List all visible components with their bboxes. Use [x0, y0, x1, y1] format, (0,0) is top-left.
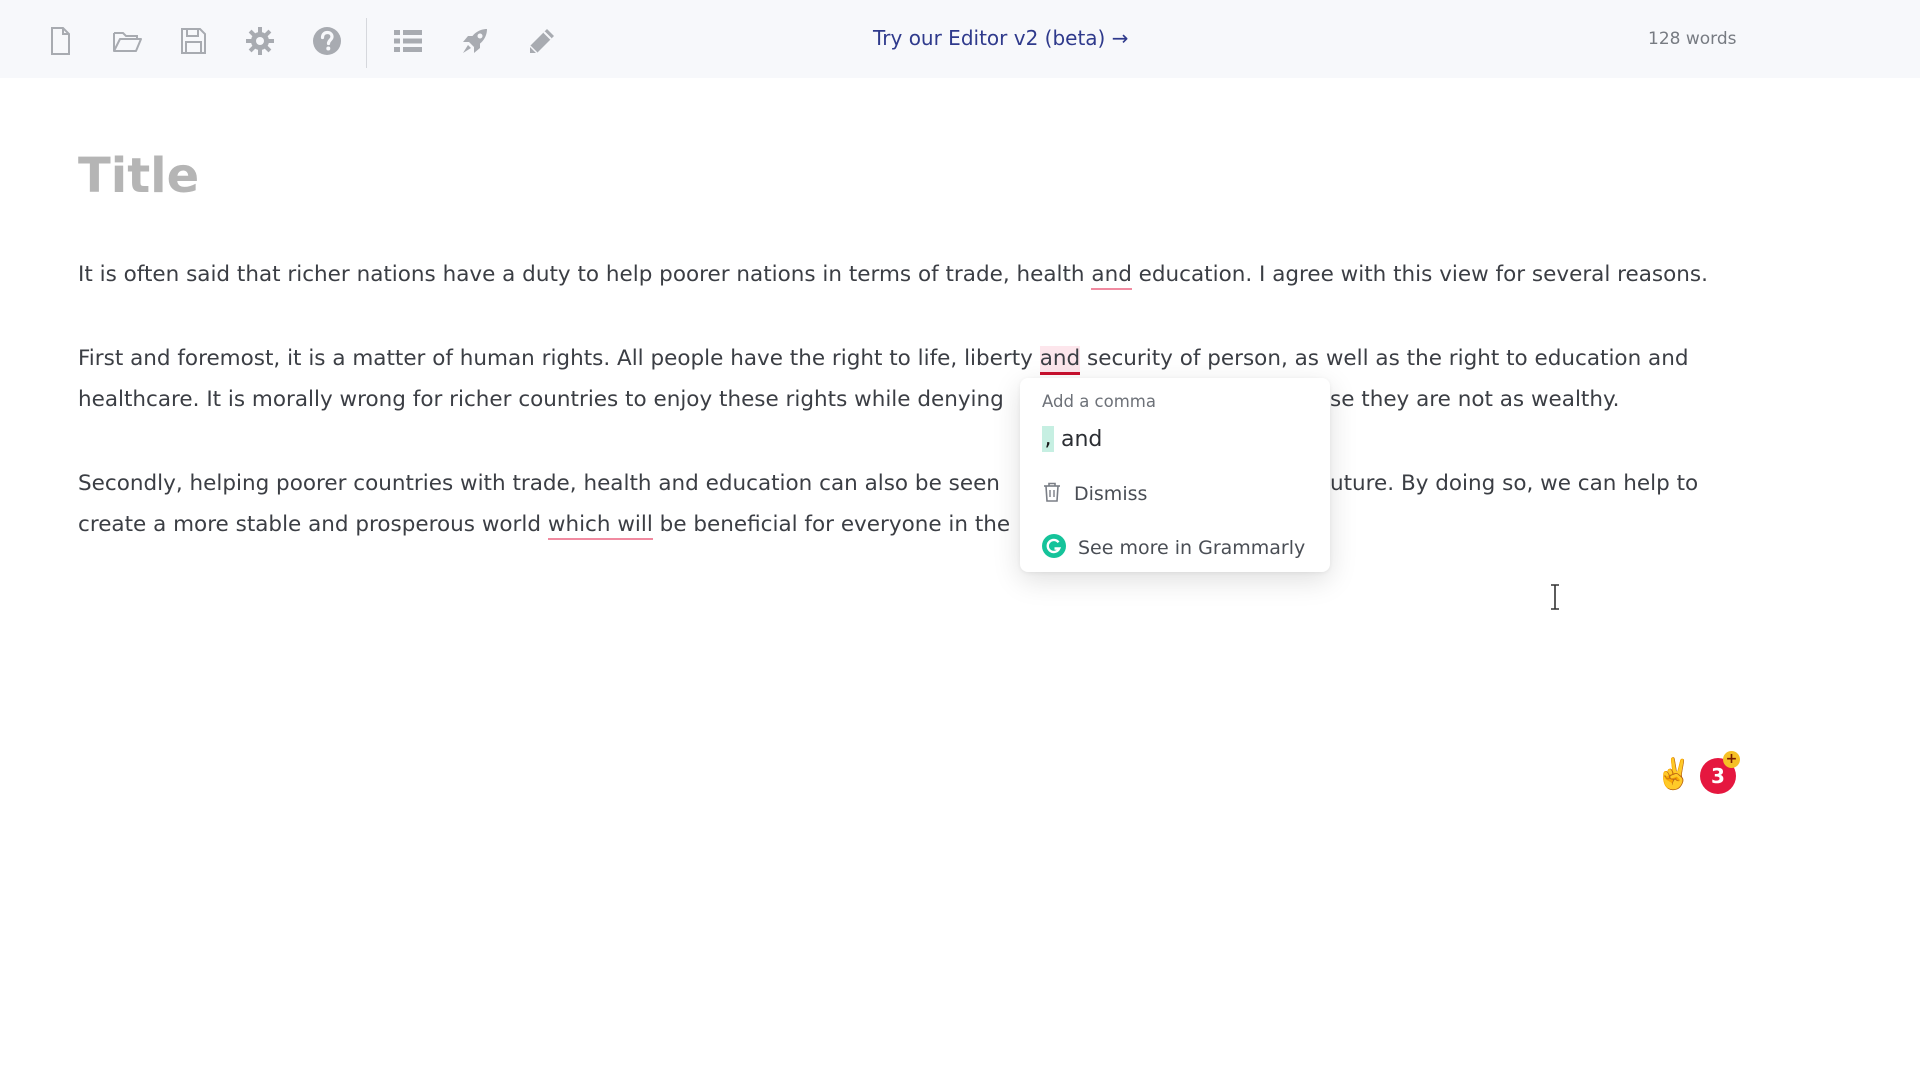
rocket-icon[interactable]	[458, 24, 492, 58]
pencil-icon[interactable]	[525, 24, 559, 58]
grammarly-logo-icon	[1042, 534, 1066, 562]
toolbar-divider	[366, 18, 367, 68]
flagged-phrase-which-will[interactable]: which will	[547, 512, 653, 540]
victory-hand-emoji-icon[interactable]: ✌️	[1655, 758, 1692, 792]
badge-plus-icon: +	[1723, 751, 1740, 768]
paragraph-3[interactable]: Secondly, helping poorer countries with …	[78, 463, 1000, 504]
paragraph-3-line-2-text-end: be beneficial for everyone in the	[652, 512, 1011, 537]
see-more-in-grammarly-button[interactable]: See more in Grammarly	[1042, 534, 1305, 562]
paragraph-1-text-end: education. I agree with this view for se…	[1131, 262, 1708, 287]
trash-icon	[1042, 481, 1062, 507]
see-more-label: See more in Grammarly	[1078, 537, 1306, 559]
paragraph-3-line-2-text: create a more stable and prosperous worl…	[78, 512, 548, 537]
open-folder-icon[interactable]	[110, 24, 144, 58]
grammarly-suggestion-card: Add a comma , and Dismiss See more in Gr…	[1020, 378, 1330, 572]
title-input[interactable]: Title	[78, 148, 199, 204]
dismiss-label: Dismiss	[1074, 483, 1148, 505]
paragraph-3-line-1-tail[interactable]: uture. By doing so, we can help to	[1330, 463, 1698, 504]
word-count: 128 words	[1648, 29, 1737, 49]
toolbar: Try our Editor v2 (beta) → 128 words	[0, 0, 1920, 78]
editor-v2-promo-link[interactable]: Try our Editor v2 (beta) →	[873, 26, 1128, 50]
flagged-word-and[interactable]: and	[1091, 262, 1132, 290]
paragraph-2-text: First and foremost, it is a matter of hu…	[78, 346, 1040, 371]
paragraph-2-line-2[interactable]: healthcare. It is morally wrong for rich…	[78, 379, 1004, 420]
paragraph-3-text: Secondly, helping poorer countries with …	[78, 471, 1000, 496]
inserted-comma: ,	[1042, 426, 1054, 452]
list-icon[interactable]	[391, 24, 425, 58]
paragraph-1[interactable]: It is often said that richer nations hav…	[78, 254, 1708, 295]
paragraph-3-line-2[interactable]: create a more stable and prosperous worl…	[78, 504, 1010, 545]
suggestion-word: and	[1061, 426, 1103, 452]
dismiss-button[interactable]: Dismiss	[1042, 480, 1147, 508]
accept-suggestion-button[interactable]: , and	[1042, 424, 1102, 454]
gear-icon[interactable]	[243, 24, 277, 58]
paragraph-2-text-cont: security of person, as well as the right…	[1080, 346, 1689, 371]
paragraph-2-line-2-tail-text: se they are not as wealthy.	[1330, 387, 1620, 412]
text-cursor-icon	[1551, 584, 1559, 610]
save-icon[interactable]	[176, 24, 210, 58]
suggestion-heading: Add a comma	[1042, 392, 1156, 411]
new-file-icon[interactable]	[43, 24, 77, 58]
paragraph-2-line-2-tail[interactable]: se they are not as wealthy.	[1330, 379, 1619, 420]
active-flagged-word-and[interactable]: and	[1039, 346, 1081, 375]
paragraph-2-line-2-text: healthcare. It is morally wrong for rich…	[78, 387, 1004, 412]
paragraph-2[interactable]: First and foremost, it is a matter of hu…	[78, 338, 1689, 379]
help-icon[interactable]	[310, 24, 344, 58]
paragraph-1-text: It is often said that richer nations hav…	[78, 262, 1092, 287]
paragraph-3-line-1-tail-text: uture. By doing so, we can help to	[1330, 471, 1699, 496]
